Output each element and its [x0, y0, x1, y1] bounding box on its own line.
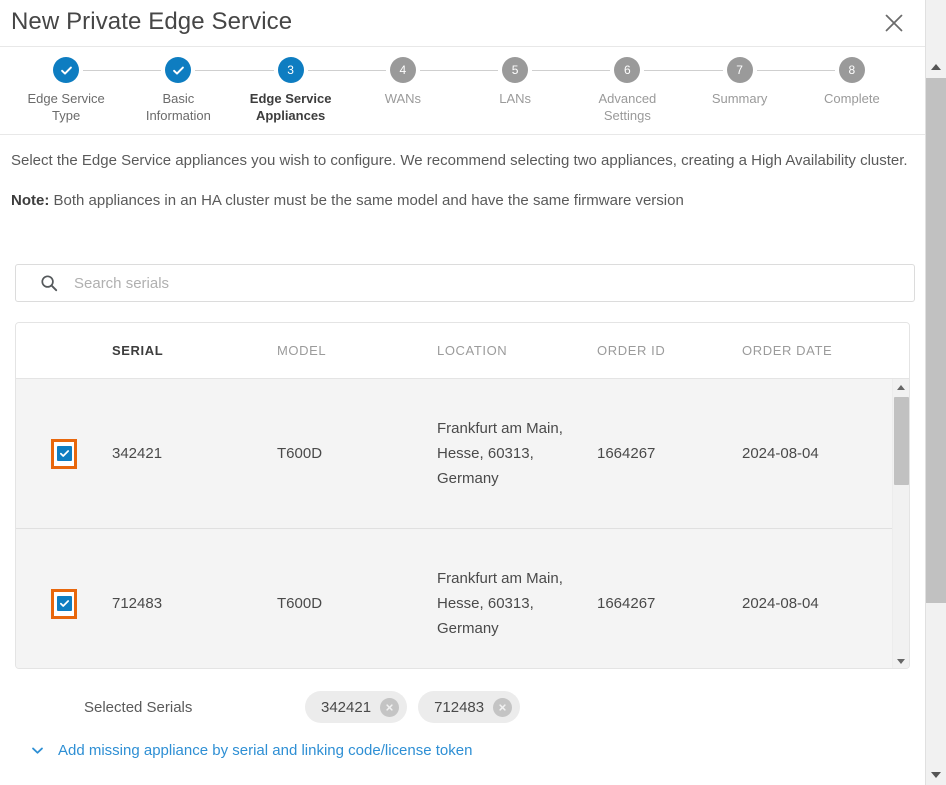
selected-serials-section: Selected Serials 342421 712483 — [15, 686, 910, 728]
cell-order-id: 1664267 — [597, 595, 656, 612]
add-missing-appliance-toggle[interactable]: Add missing appliance by serial and link… — [26, 742, 472, 759]
step-circle-2 — [165, 57, 192, 83]
cell-location: Frankfurt am Main, Hesse, 60313, Germany — [437, 570, 563, 637]
table-body: 342421 T600D Frankfurt am Main, Hesse, 6… — [16, 379, 909, 668]
chevron-down-icon — [26, 743, 48, 758]
appliances-table: SERIAL MODEL LOCATION ORDER ID ORDER DAT… — [15, 322, 910, 669]
step-circle-1 — [53, 57, 80, 83]
step-circle-3: 3 — [277, 57, 304, 83]
step-label-3: Edge Service Appliances — [249, 91, 332, 123]
triangle-up-icon — [931, 64, 941, 70]
step-advanced-settings[interactable]: 6 Advanced Settings — [571, 57, 723, 124]
search-serials-box[interactable] — [15, 264, 915, 302]
step-label-6: Advanced Settings — [598, 91, 657, 123]
column-header-order-id[interactable]: ORDER ID — [597, 343, 742, 358]
table-header-row: SERIAL MODEL LOCATION ORDER ID ORDER DAT… — [16, 323, 909, 379]
page-title: New Private Edge Service — [11, 8, 293, 35]
description-area: Select the Edge Service appliances you w… — [11, 150, 911, 212]
step-edge-service-appliances[interactable]: 3 Edge Service Appliances — [235, 57, 386, 124]
triangle-up-icon — [897, 384, 905, 390]
step-connector — [644, 70, 723, 71]
step-connector — [532, 70, 611, 71]
step-summary[interactable]: 7 Summary — [684, 57, 835, 107]
step-wans[interactable]: 4 WANs — [347, 57, 499, 107]
remove-icon[interactable] — [493, 697, 513, 717]
search-icon — [40, 274, 58, 292]
step-complete[interactable]: 8 Complete — [796, 57, 908, 107]
step-label-2: Basic Information — [145, 91, 211, 123]
page-scrollbar-thumb[interactable] — [926, 78, 946, 603]
cell-model: T600D — [277, 445, 323, 462]
cell-order-date: 2024-08-04 — [742, 445, 819, 462]
triangle-down-icon — [897, 658, 905, 664]
step-circle-6: 6 — [614, 57, 641, 83]
remove-icon[interactable] — [380, 697, 400, 717]
table-row[interactable]: 712483 T600D Frankfurt am Main, Hesse, 6… — [16, 529, 893, 668]
step-connector — [307, 70, 386, 71]
step-connector — [83, 70, 162, 71]
table-scroll-up-button[interactable] — [893, 379, 909, 395]
step-circle-8: 8 — [838, 57, 865, 83]
table-scrollbar[interactable] — [892, 379, 909, 668]
row-checkbox[interactable] — [51, 588, 77, 619]
page-scroll-down-button[interactable] — [926, 765, 946, 785]
selected-serials-label: Selected Serials — [84, 698, 193, 716]
serial-chip-label: 712483 — [434, 698, 485, 716]
instruction-text: Select the Edge Service appliances you w… — [11, 152, 908, 169]
step-label-1: Edge Service Type — [27, 91, 105, 123]
table-scrollbar-thumb[interactable] — [894, 397, 909, 485]
step-connector — [195, 70, 274, 71]
selected-serials-chips: 342421 712483 — [305, 691, 521, 723]
column-header-location[interactable]: LOCATION — [437, 343, 597, 358]
row-select-cell — [16, 438, 112, 469]
add-missing-appliance-link[interactable]: Add missing appliance by serial and link… — [58, 742, 472, 759]
cell-serial: 712483 — [112, 595, 163, 612]
cell-serial: 342421 — [112, 445, 163, 462]
step-circle-4: 4 — [389, 57, 416, 83]
cell-order-date: 2024-08-04 — [742, 595, 819, 612]
checkbox-checked — [56, 596, 72, 611]
step-lans[interactable]: 5 LANs — [459, 57, 611, 107]
step-circle-7: 7 — [726, 57, 753, 83]
step-edge-service-type[interactable]: Edge Service Type — [10, 57, 162, 124]
page-scrollbar[interactable] — [925, 0, 946, 785]
cell-location: Frankfurt am Main, Hesse, 60313, Germany — [437, 420, 563, 487]
serial-chip[interactable]: 342421 — [305, 691, 408, 723]
column-header-model[interactable]: MODEL — [277, 343, 437, 358]
note-prefix: Note: — [11, 192, 50, 209]
search-input[interactable] — [72, 273, 904, 293]
step-basic-information[interactable]: Basic Information — [122, 57, 274, 124]
page-scroll-up-button[interactable] — [926, 57, 946, 77]
column-header-order-date[interactable]: ORDER DATE — [742, 343, 892, 358]
table-scroll-down-button[interactable] — [893, 653, 909, 668]
triangle-down-icon — [931, 772, 941, 778]
checkbox-checked — [56, 446, 72, 461]
wizard-header: New Private Edge Service — [0, 0, 925, 46]
table-row[interactable]: 342421 T600D Frankfurt am Main, Hesse, 6… — [16, 379, 893, 529]
step-label-5: LANs — [499, 91, 532, 106]
step-connector — [419, 70, 499, 71]
column-header-serial[interactable]: SERIAL — [112, 343, 277, 358]
step-connector — [756, 70, 835, 71]
cell-model: T600D — [277, 595, 323, 612]
step-label-4: WANs — [384, 91, 422, 106]
new-private-edge-service-wizard: New Private Edge Service Edge Service Ty… — [0, 0, 946, 785]
row-checkbox[interactable] — [51, 438, 77, 469]
serial-chip-label: 342421 — [321, 698, 372, 716]
step-label-8: Complete — [824, 91, 880, 106]
row-select-cell — [16, 588, 112, 619]
step-label-7: Summary — [711, 91, 768, 106]
note-body: Both appliances in an HA cluster must be… — [49, 192, 684, 209]
close-icon[interactable] — [879, 8, 909, 38]
wizard-stepper: Edge Service Type Basic Information 3 Ed… — [0, 46, 925, 135]
cell-order-id: 1664267 — [597, 445, 656, 462]
note-text: Note: Both appliances in an HA cluster m… — [11, 190, 911, 212]
step-circle-5: 5 — [502, 57, 529, 83]
serial-chip[interactable]: 712483 — [418, 691, 521, 723]
